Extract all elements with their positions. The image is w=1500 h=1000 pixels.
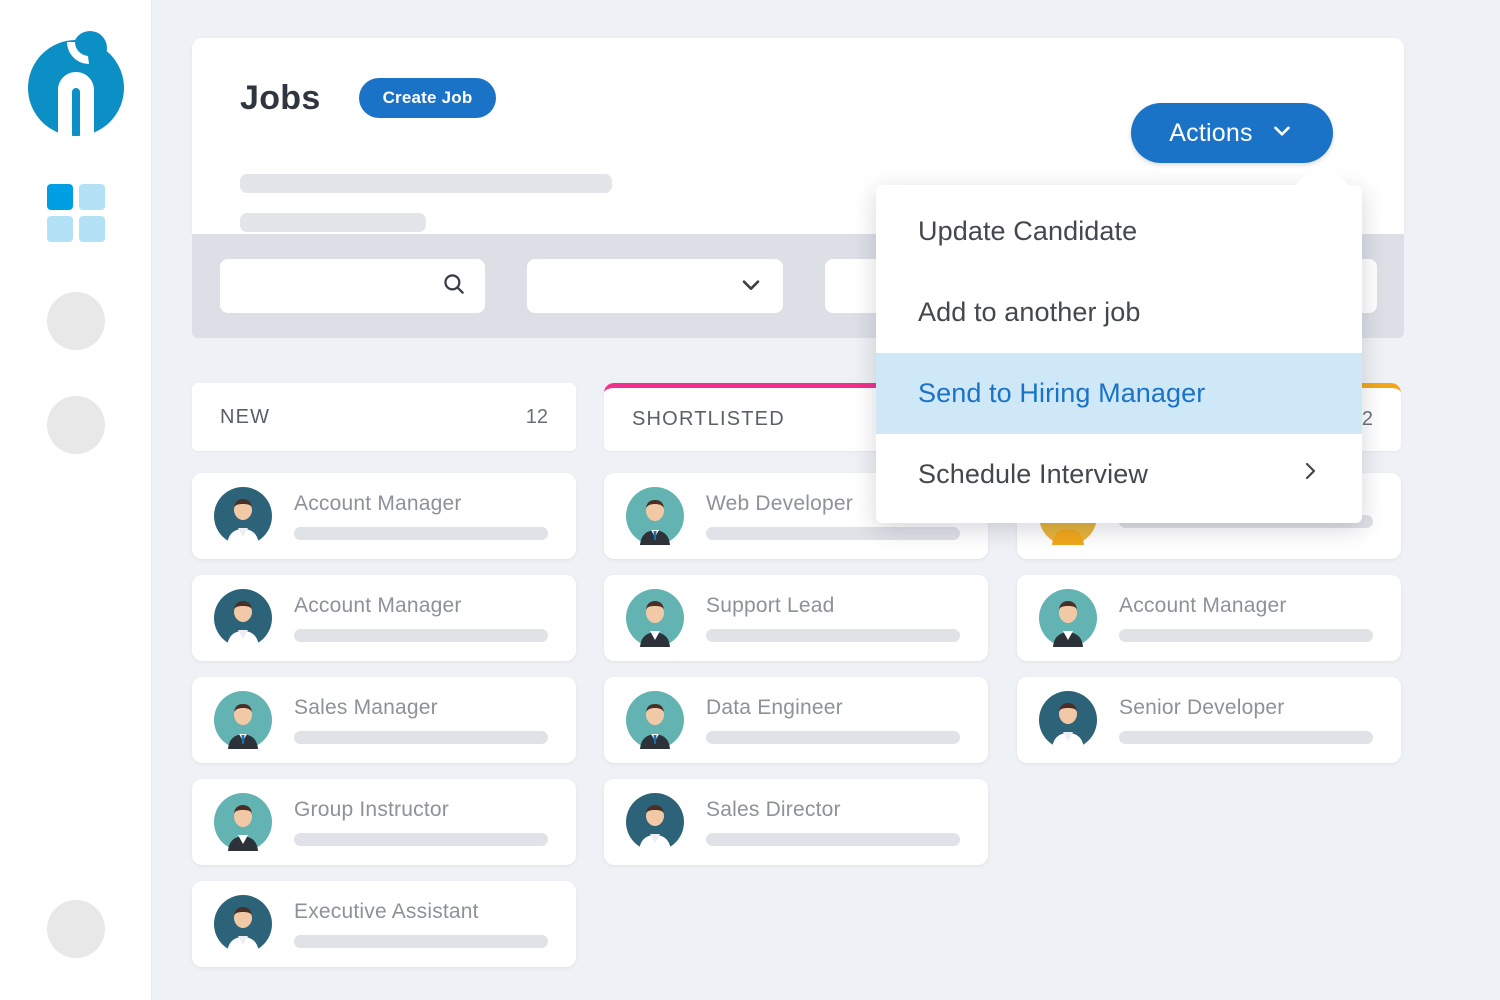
chevron-down-icon (737, 270, 765, 303)
avatar (626, 487, 684, 545)
card-title: Sales Manager (294, 696, 438, 719)
avatar (1039, 589, 1097, 647)
apps-grid-cell-3 (46, 216, 73, 242)
card-body: Support Lead (706, 594, 988, 642)
card-skeleton-line (706, 833, 960, 846)
left-sidebar (0, 0, 152, 1000)
recruiter-logo[interactable] (24, 28, 128, 136)
search-icon (441, 271, 467, 302)
page-title: Jobs (240, 78, 321, 117)
menu-item-label: Add to another job (918, 297, 1141, 327)
column-count: 12 (525, 405, 548, 428)
actions-button-label: Actions (1169, 118, 1253, 147)
candidate-card[interactable]: Executive Assistant (192, 881, 576, 967)
card-body: Sales Manager (294, 696, 576, 744)
nav-placeholder-3[interactable] (46, 900, 105, 958)
menu-item-add-to-another-job[interactable]: Add to another job (876, 272, 1362, 353)
column-card-list: Account Manager Account Manager Sales Ma… (192, 473, 576, 967)
nav-placeholder-2[interactable] (46, 396, 105, 454)
avatar (214, 487, 272, 545)
candidate-card[interactable]: Senior Developer (1017, 677, 1401, 763)
card-title: Executive Assistant (294, 900, 479, 923)
avatar (214, 589, 272, 647)
card-body: Sales Director (706, 798, 988, 846)
main-content: Jobs Create Job NEW 12 Account Manager A… (152, 0, 1500, 1000)
card-skeleton-line (706, 527, 960, 540)
column-title: SHORTLISTED (632, 408, 785, 430)
card-title: Data Engineer (706, 696, 843, 719)
card-body: Data Engineer (706, 696, 988, 744)
card-skeleton-line (294, 833, 548, 846)
candidate-card[interactable]: Account Manager (192, 575, 576, 661)
card-skeleton-line (706, 629, 960, 642)
filter-select[interactable] (527, 259, 783, 313)
card-skeleton-line (294, 527, 548, 540)
card-body: Executive Assistant (294, 900, 576, 948)
apps-grid-cell-1 (46, 184, 73, 210)
create-job-button[interactable]: Create Job (358, 78, 497, 118)
header-skeleton-line-1 (240, 174, 612, 193)
candidate-card[interactable]: Support Lead (604, 575, 988, 661)
card-skeleton-line (294, 935, 548, 948)
card-skeleton-line (706, 731, 960, 744)
card-body: Account Manager (294, 594, 576, 642)
candidate-card[interactable]: Account Manager (192, 473, 576, 559)
candidate-card[interactable]: Sales Manager (192, 677, 576, 763)
candidate-card[interactable]: Data Engineer (604, 677, 988, 763)
card-title: Support Lead (706, 594, 835, 617)
avatar (626, 691, 684, 749)
menu-item-label: Send to Hiring Manager (918, 378, 1206, 408)
avatar (626, 589, 684, 647)
avatar (214, 895, 272, 953)
app-root: Jobs Create Job NEW 12 Account Manager A… (0, 0, 1500, 1000)
candidate-card[interactable]: Sales Director (604, 779, 988, 865)
kanban-column-new: NEW 12 Account Manager Account Manager S… (192, 383, 576, 983)
menu-item-label: Update Candidate (918, 216, 1138, 246)
card-title: Account Manager (294, 594, 462, 617)
apps-grid-icon[interactable] (46, 184, 105, 242)
menu-item-label: Schedule Interview (918, 459, 1148, 489)
avatar (214, 691, 272, 749)
menu-item-schedule-interview[interactable]: Schedule Interview (876, 434, 1362, 515)
candidate-card[interactable]: Group Instructor (192, 779, 576, 865)
column-header: NEW 12 (192, 383, 576, 451)
chevron-down-icon (1269, 117, 1295, 150)
card-title: Group Instructor (294, 798, 449, 821)
column-count: 2 (1361, 408, 1373, 430)
search-input[interactable] (220, 259, 485, 313)
column-card-list: Web Developer Support Lead Data Engineer… (604, 473, 988, 865)
header-skeleton-line-2 (240, 213, 426, 232)
apps-grid-cell-4 (78, 216, 105, 242)
apps-grid-cell-2 (78, 184, 105, 210)
card-body: Senior Developer (1119, 696, 1401, 744)
column-title: NEW (220, 405, 271, 428)
nav-placeholder-1[interactable] (46, 292, 105, 350)
avatar (214, 793, 272, 851)
actions-button[interactable]: Actions (1131, 103, 1333, 163)
card-skeleton-line (294, 731, 548, 744)
avatar (1039, 691, 1097, 749)
card-title: Account Manager (294, 492, 462, 515)
card-title: Senior Developer (1119, 696, 1285, 719)
card-skeleton-line (1119, 731, 1373, 744)
avatar (626, 793, 684, 851)
menu-item-update-candidate[interactable]: Update Candidate (876, 191, 1362, 272)
card-title: Sales Director (706, 798, 841, 821)
candidate-card[interactable]: Account Manager (1017, 575, 1401, 661)
chevron-right-icon (1298, 459, 1322, 490)
card-title: Account Manager (1119, 594, 1287, 617)
card-skeleton-line (294, 629, 548, 642)
actions-dropdown-menu: Update Candidate Add to another job Send… (876, 185, 1362, 523)
card-body: Account Manager (294, 492, 576, 540)
menu-item-send-to-hiring-manager[interactable]: Send to Hiring Manager (876, 353, 1362, 434)
card-skeleton-line (1119, 629, 1373, 642)
card-body: Account Manager (1119, 594, 1401, 642)
card-body: Group Instructor (294, 798, 576, 846)
